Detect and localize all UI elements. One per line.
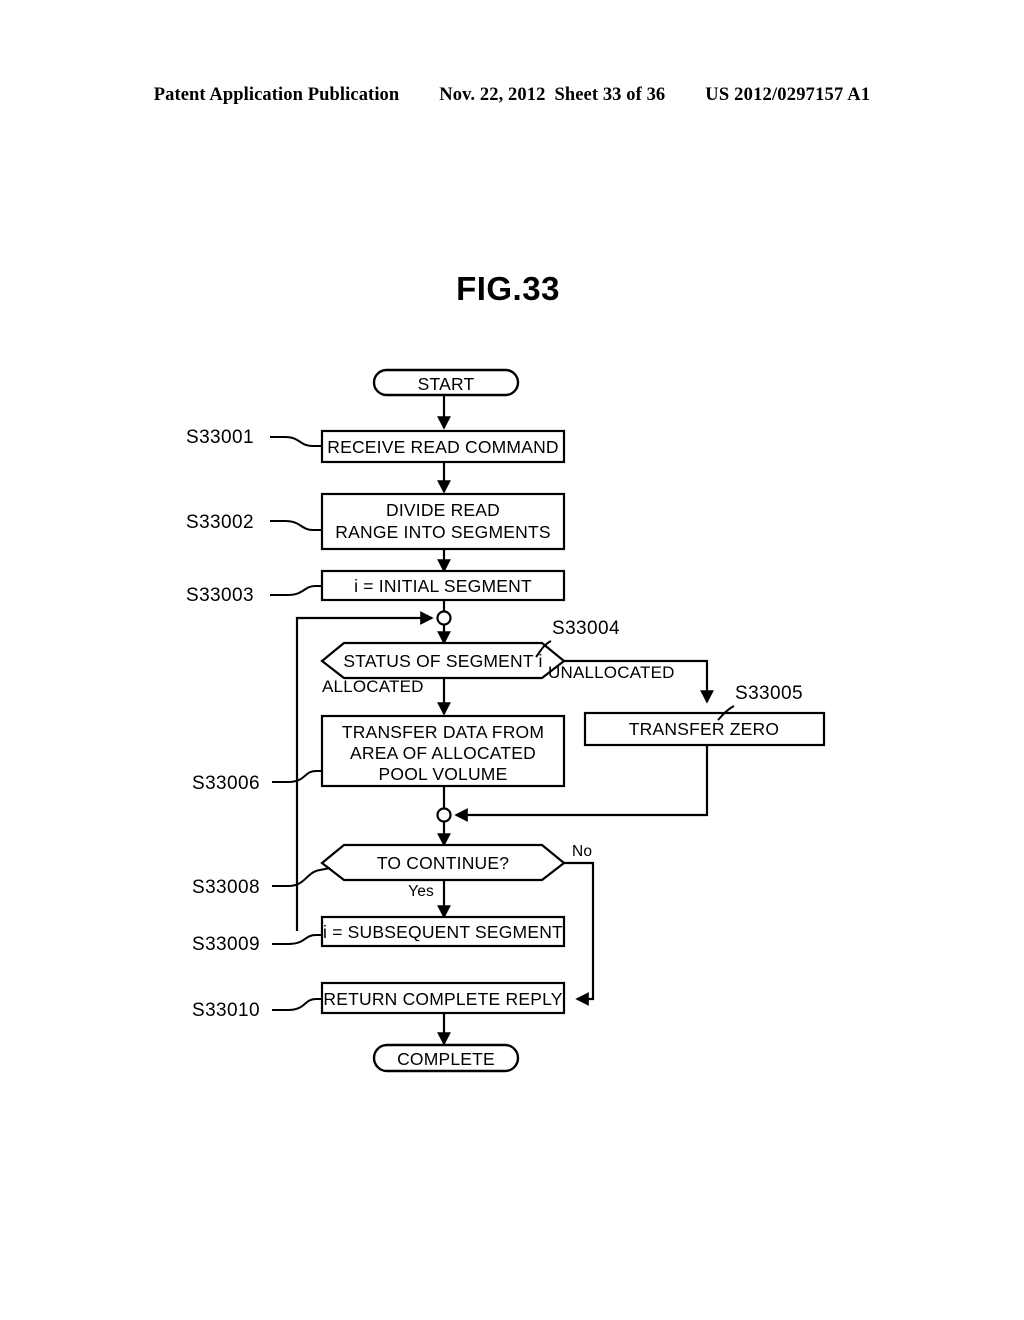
leader-s33002 [270, 520, 322, 531]
node-s33009: i = SUBSEQUENT SEGMENT [320, 915, 566, 948]
node-s33010: RETURN COMPLETE REPLY [320, 981, 566, 1015]
ref-label-s33008: S33008 [192, 877, 260, 898]
leader-s33001 [270, 436, 322, 447]
node-s33002: DIVIDE READ RANGE INTO SEGMENTS [320, 492, 566, 551]
flowchart-diagram: FIG.33 START RECEIVE READ COMMAND DIVIDE… [186, 270, 826, 1073]
node-s33004-label: STATUS OF SEGMENT i [343, 651, 542, 671]
ref-label-s33004: S33004 [552, 618, 620, 639]
ref-label-s33001: S33001 [186, 427, 254, 448]
node-s33001: RECEIVE READ COMMAND [320, 429, 566, 464]
leader-s33009 [272, 934, 322, 945]
node-s33010-label: RETURN COMPLETE REPLY [323, 989, 562, 1009]
connector-no-to-s33010 [564, 861, 595, 1006]
edge-label-yes: Yes [408, 883, 434, 900]
figure-title: FIG.33 [456, 270, 560, 307]
leader-s33008 [272, 867, 331, 887]
node-s33009-label: i = SUBSEQUENT SEGMENT [323, 922, 563, 942]
node-s33005: TRANSFER ZERO [583, 711, 826, 747]
ref-label-s33003: S33003 [186, 585, 254, 606]
node-s33006-label-line3: POOL VOLUME [379, 764, 508, 784]
edge-label-no: No [572, 843, 592, 860]
node-s33003: i = INITIAL SEGMENT [320, 569, 566, 602]
node-s33001-label: RECEIVE READ COMMAND [327, 437, 559, 457]
junction-node-middle [436, 807, 452, 823]
node-s33002-label-line2: RANGE INTO SEGMENTS [335, 522, 550, 542]
node-s33004-decision: STATUS OF SEGMENT i [320, 641, 566, 680]
node-s33002-label-line1: DIVIDE READ [386, 500, 500, 520]
ref-label-s33006: S33006 [192, 773, 260, 794]
node-start-label: START [418, 374, 475, 394]
node-s33006: TRANSFER DATA FROM AREA OF ALLOCATED POO… [320, 714, 566, 788]
leader-s33010 [272, 998, 322, 1011]
edge-label-allocated: ALLOCATED [322, 677, 424, 696]
node-complete-label: COMPLETE [397, 1049, 495, 1069]
junction-node-top [436, 610, 452, 626]
ref-label-s33002: S33002 [186, 512, 254, 533]
figure-container: FIG.33 START RECEIVE READ COMMAND DIVIDE… [0, 0, 1024, 1320]
node-s33006-label-line1: TRANSFER DATA FROM [342, 722, 544, 742]
node-s33003-label: i = INITIAL SEGMENT [354, 576, 532, 596]
edge-label-unallocated: UNALLOCATED [548, 663, 675, 682]
node-s33005-label: TRANSFER ZERO [629, 719, 779, 739]
ref-label-s33010: S33010 [192, 1000, 260, 1021]
ref-label-s33005: S33005 [735, 683, 803, 704]
node-s33006-label-line2: AREA OF ALLOCATED [350, 743, 536, 763]
node-start: START [372, 368, 520, 397]
leader-s33003 [270, 585, 322, 596]
node-complete: COMPLETE [372, 1043, 520, 1073]
ref-label-s33009: S33009 [192, 934, 260, 955]
node-s33008-label: TO CONTINUE? [377, 853, 509, 873]
node-s33008-decision: TO CONTINUE? [320, 843, 566, 882]
